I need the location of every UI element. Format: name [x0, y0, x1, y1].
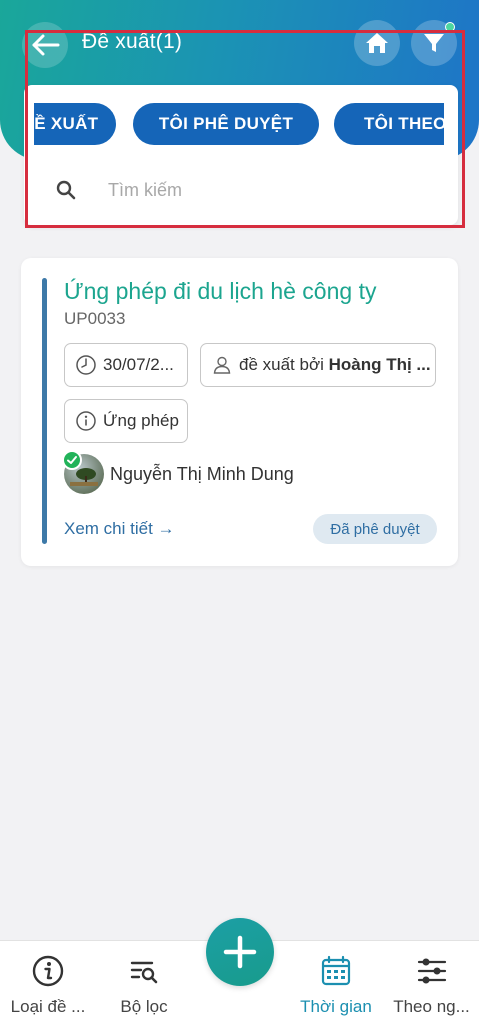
plus-icon: [223, 935, 257, 969]
add-button[interactable]: [206, 918, 274, 986]
avatar: [62, 450, 104, 494]
home-button[interactable]: [354, 20, 400, 66]
assignee-name: Nguyễn Thị Minh Dung: [110, 463, 294, 484]
nav-label: Thời gian: [300, 997, 372, 1016]
tab-i-follow[interactable]: TÔI THEO DÕI: [334, 103, 444, 145]
approved-check-icon: [62, 450, 82, 470]
request-title: Ứng phép đi du lịch hè công ty: [64, 278, 377, 304]
view-detail-link[interactable]: Xem chi tiết →: [64, 519, 175, 539]
type-chip: Ứng phép: [64, 399, 188, 443]
back-button[interactable]: [22, 22, 68, 68]
tab-search-panel: ĐỀ XUẤT TÔI PHÊ DUYỆT TÔI THEO DÕI: [24, 85, 458, 225]
clock-icon: [76, 355, 96, 375]
request-code: UP0033: [64, 309, 126, 328]
tab-i-approve[interactable]: TÔI PHÊ DUYỆT: [133, 103, 319, 145]
filter-icon: [424, 34, 444, 52]
search-input[interactable]: [108, 179, 408, 201]
tab-bar[interactable]: ĐỀ XUẤT TÔI PHÊ DUYỆT TÔI THEO DÕI: [34, 103, 444, 147]
nav-filter[interactable]: Bộ lọc: [96, 941, 192, 1024]
page-title: Đề xuất(1): [82, 30, 183, 53]
nav-request-type[interactable]: Loại đề ...: [0, 941, 96, 1024]
tab-proposals[interactable]: ĐỀ XUẤT: [34, 103, 116, 145]
date-chip: 30/07/2...: [64, 343, 188, 387]
nav-label: Loại đề ...: [10, 997, 86, 1016]
nav-time[interactable]: Thời gian: [288, 941, 384, 1024]
user-icon: [213, 356, 231, 374]
arrow-left-icon: [32, 34, 60, 56]
search-icon: [56, 180, 76, 200]
info-icon: [76, 411, 96, 431]
author-prefix: đề xuất bởi: [239, 355, 329, 374]
home-icon: [366, 33, 388, 53]
nav-follow[interactable]: Theo ng...: [384, 941, 479, 1024]
author-chip: đề xuất bởi Hoàng Thị ...: [200, 343, 436, 387]
author-name: Hoàng Thị ...: [328, 355, 431, 374]
request-card[interactable]: Ứng phép đi du lịch hè công ty UP0033 30…: [21, 258, 458, 566]
filter-active-dot: [445, 22, 455, 32]
filter-list-icon: [130, 961, 158, 984]
status-badge: Đã phê duyệt: [313, 514, 437, 544]
calendar-icon: [321, 955, 351, 986]
card-accent-bar: [42, 278, 47, 544]
assignee: Nguyễn Thị Minh Dung: [62, 450, 294, 494]
info-icon: [32, 955, 64, 987]
request-type: Ứng phép: [103, 411, 179, 430]
nav-label: Theo ng...: [393, 997, 470, 1016]
nav-label: Bộ lọc: [120, 997, 168, 1016]
filter-button[interactable]: [411, 20, 457, 66]
sliders-icon: [417, 958, 446, 984]
search-bar: [54, 173, 434, 207]
request-date: 30/07/2...: [103, 355, 174, 374]
